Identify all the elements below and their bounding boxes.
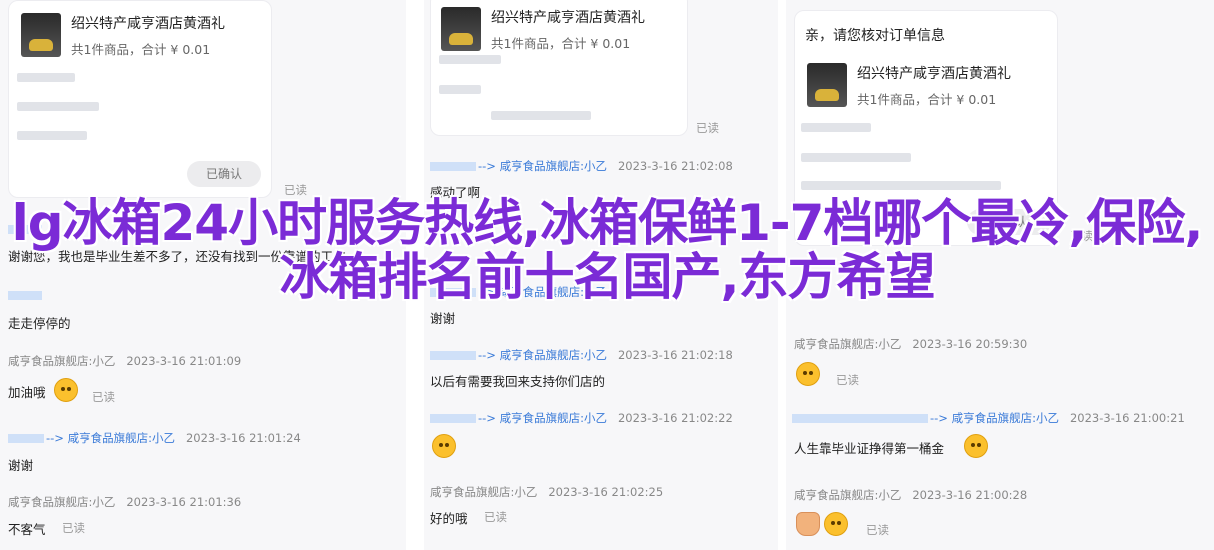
- sender-redacted: [792, 414, 928, 423]
- read-status: 已读: [484, 510, 507, 524]
- sender-name: --> 咸亨食品旗舰店:小乙: [478, 411, 607, 425]
- placeholder-line: [801, 123, 871, 132]
- message-meta: --> 咸亨食品旗舰店:小乙 2023-3-16 21:01:24: [8, 430, 301, 446]
- message-time: 2023-3-16 21:02:25: [548, 485, 664, 499]
- sender-name: 咸亨食品旗舰店:小乙: [8, 354, 116, 368]
- message-time: 2023-3-16 21:01:09: [126, 354, 242, 368]
- sender-name: --> 咸亨食品旗舰店:小乙: [478, 159, 607, 173]
- product-name: 绍兴特产咸亨酒店黄酒礼: [491, 10, 645, 26]
- message-text: 谢谢: [8, 458, 34, 473]
- thinking-emoji-icon: [824, 512, 848, 536]
- sender-redacted: [430, 351, 476, 360]
- message-time: 2023-3-16 20:59:30: [912, 337, 1028, 351]
- read-status: 已读: [696, 121, 719, 135]
- message-meta: 咸亨食品旗舰店:小乙 2023-3-16 21:00:28: [794, 487, 1027, 503]
- order-card[interactable]: 绍兴特产咸亨酒店黄酒礼 共1件商品，合计 ¥ 0.01 已确认: [8, 0, 272, 198]
- placeholder-line: [439, 55, 501, 64]
- sender-redacted: [430, 162, 476, 171]
- sender-redacted: [8, 434, 44, 443]
- sender-name: 咸亨食品旗舰店:小乙: [430, 485, 538, 499]
- smile-emoji-icon: [54, 378, 78, 402]
- message-text: 走走停停的: [8, 316, 71, 331]
- message-time: 2023-3-16 21:02:08: [617, 159, 733, 173]
- thinking-emoji-icon: [796, 362, 820, 386]
- placeholder-line: [801, 153, 911, 162]
- placeholder-line: [801, 181, 1001, 190]
- placeholder-line: [17, 131, 87, 140]
- product-name: 绍兴特产咸亨酒店黄酒礼: [71, 16, 225, 32]
- message-meta: --> 咸亨食品旗舰店:小乙 2023-3-16 21:02:18: [430, 347, 733, 363]
- product-summary[interactable]: 绍兴特产咸亨酒店黄酒礼 共1件商品，合计 ¥ 0.01: [21, 13, 225, 58]
- read-status: 已读: [866, 523, 889, 537]
- read-status: 已读: [836, 373, 859, 387]
- placeholder-line: [439, 85, 481, 94]
- read-status: 已读: [92, 390, 115, 404]
- sender-name: 咸亨食品旗舰店:小乙: [794, 488, 902, 502]
- message-text: 好的哦: [430, 511, 468, 526]
- product-meta: 共1件商品，合计 ¥ 0.01: [491, 36, 631, 51]
- placeholder-line: [491, 111, 591, 120]
- message-text: 不客气: [8, 522, 46, 537]
- sender-redacted: [430, 414, 476, 423]
- sender-name: --> 咸亨食品旗舰店:小乙: [46, 431, 175, 445]
- message-meta: --> 咸亨食品旗舰店:小乙 2023-3-16 21:00:21: [792, 410, 1185, 426]
- confirmed-button[interactable]: 已确认: [187, 161, 261, 187]
- product-summary[interactable]: 绍兴特产咸亨酒店黄酒礼 共1件商品，合计 ¥ 0.01: [441, 7, 645, 52]
- order-card[interactable]: 绍兴特产咸亨酒店黄酒礼 共1件商品，合计 ¥ 0.01: [430, 0, 688, 136]
- sender-name: 咸亨食品旗舰店:小乙: [8, 495, 116, 509]
- message-text: 谢谢: [430, 311, 456, 326]
- laugh-emoji-icon: [432, 434, 456, 458]
- message-meta: 咸亨食品旗舰店:小乙 2023-3-16 20:59:30: [794, 336, 1027, 352]
- message-text: 加油哦: [8, 385, 46, 400]
- message-time: 2023-3-16 21:00:28: [912, 488, 1028, 502]
- sender-name: --> 咸亨食品旗舰店:小乙: [930, 411, 1059, 425]
- sender-name: --> 咸亨食品旗舰店:小乙: [478, 348, 607, 362]
- message-text: 人生靠毕业证挣得第一桶金: [794, 441, 945, 456]
- read-status: 已读: [62, 521, 85, 535]
- message-time: 2023-3-16 21:01:24: [185, 431, 301, 445]
- product-name: 绍兴特产咸亨酒店黄酒礼: [857, 66, 1011, 82]
- message-time: 2023-3-16 21:02:18: [617, 348, 733, 362]
- product-meta: 共1件商品，合计 ¥ 0.01: [857, 92, 997, 107]
- product-thumbnail: [441, 7, 481, 51]
- message-time: 2023-3-16 21:01:36: [126, 495, 242, 509]
- greeting-text: 亲，请您核对订单信息: [805, 28, 945, 44]
- message-text: 以后有需要我回来支持你们店的: [430, 374, 606, 389]
- message-meta: 咸亨食品旗舰店:小乙 2023-3-16 21:01:36: [8, 494, 241, 510]
- product-thumbnail: [807, 63, 847, 107]
- message-meta: --> 咸亨食品旗舰店:小乙 2023-3-16 21:02:22: [430, 410, 733, 426]
- thumbs-up-icon: [796, 512, 820, 536]
- product-summary[interactable]: 绍兴特产咸亨酒店黄酒礼 共1件商品，合计 ¥ 0.01: [807, 63, 1011, 108]
- message-time: 2023-3-16 21:02:22: [617, 411, 733, 425]
- placeholder-line: [17, 73, 75, 82]
- message-time: 2023-3-16 21:00:21: [1069, 411, 1185, 425]
- message-meta: 咸亨食品旗舰店:小乙 2023-3-16 21:01:09: [8, 353, 241, 369]
- sender-name: 咸亨食品旗舰店:小乙: [794, 337, 902, 351]
- overlay-title: lg冰箱24小时服务热线,冰箱保鲜1-7档哪个最冷,保险,冰箱排名前十名国产,东…: [11, 194, 1204, 306]
- product-thumbnail: [21, 13, 61, 57]
- sweat-emoji-icon: [964, 434, 988, 458]
- product-meta: 共1件商品，合计 ¥ 0.01: [71, 42, 211, 57]
- placeholder-line: [17, 102, 99, 111]
- message-meta: 咸亨食品旗舰店:小乙 2023-3-16 21:02:25: [430, 484, 663, 500]
- message-meta: --> 咸亨食品旗舰店:小乙 2023-3-16 21:02:08: [430, 158, 733, 174]
